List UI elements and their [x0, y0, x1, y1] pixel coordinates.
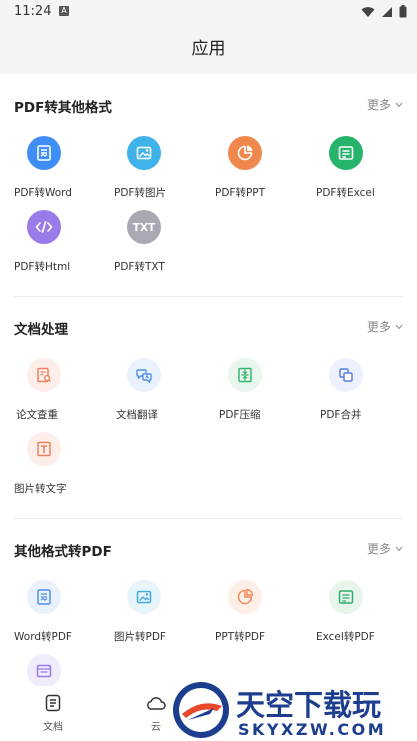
- watermark-emblem-icon: [173, 682, 229, 738]
- tool-label: Word转PDF: [14, 631, 72, 643]
- document-icon: [37, 145, 51, 161]
- section-other-to-pdf: 其他格式转PDF 更多 Word转PDF 图片转PDF PPT转PDF Exce…: [0, 518, 417, 686]
- tool-ppt-to-pdf[interactable]: PPT转PDF: [215, 580, 315, 652]
- tool-pdf-merge[interactable]: PDF合并: [316, 358, 416, 430]
- watermark-subtext: SKYXZW.COM: [238, 720, 387, 739]
- tool-icon-bg: [27, 136, 61, 170]
- tool-label: 文档翻译: [116, 409, 158, 421]
- compress-icon: [238, 367, 252, 383]
- ocr-icon: [37, 441, 51, 457]
- tool-icon-bg: [27, 210, 61, 244]
- tool-pdf-compress[interactable]: PDF压缩: [215, 358, 315, 430]
- cloud-icon: [147, 697, 166, 710]
- tool-label: PDF压缩: [219, 409, 261, 421]
- section-pdf-to-other: PDF转其他格式 更多 PDF转Word PDF转图片 PDF转PPT PDF转…: [0, 74, 417, 296]
- tool-icon-bg: [228, 358, 262, 392]
- tool-label: PDF转TXT: [114, 261, 165, 273]
- tab-documents[interactable]: 文档: [23, 694, 83, 733]
- chevron-down-icon: [395, 102, 403, 107]
- tool-label: PDF转PPT: [215, 187, 266, 199]
- tool-label: PDF转Word: [14, 187, 72, 199]
- txt-icon: TXT: [133, 222, 156, 234]
- tool-icon-bg: [228, 136, 262, 170]
- watermark-text: 天空下载玩: [236, 688, 382, 722]
- tool-icon-bg: [27, 580, 61, 614]
- notification-badge: A: [59, 6, 69, 16]
- status-bar: 11:24 A: [0, 0, 417, 24]
- tool-label: PPT转PDF: [215, 631, 266, 643]
- more-button[interactable]: 更多: [367, 318, 403, 335]
- image-icon: [136, 590, 152, 604]
- pie-chart-icon: [237, 588, 254, 605]
- tab-label: 文档: [43, 722, 63, 733]
- tool-label: PDF转图片: [114, 187, 166, 199]
- tool-image-to-pdf[interactable]: 图片转PDF: [114, 580, 214, 652]
- more-label: 更多: [366, 320, 391, 334]
- section-document-processing: 文档处理 更多 论文查重 文档翻译 PDF压缩 PDF合并 图片转文字: [0, 296, 417, 518]
- battery-icon: [399, 5, 407, 18]
- more-label: 更多: [366, 98, 391, 112]
- tool-doc-translate[interactable]: 文档翻译: [114, 358, 214, 430]
- tool-icon-bg: [127, 136, 161, 170]
- wifi-icon: [361, 6, 375, 17]
- tool-icon-bg: [228, 580, 262, 614]
- system-icons: [361, 5, 407, 18]
- tool-paper-check[interactable]: 论文查重: [14, 358, 114, 430]
- tool-label: 图片转文字: [14, 483, 67, 495]
- tool-pdf-to-txt[interactable]: TXT PDF转TXT: [114, 210, 214, 282]
- document-tab-icon: [45, 694, 61, 712]
- chevron-down-icon: [395, 324, 403, 329]
- image-icon: [136, 146, 152, 160]
- more-label: 更多: [366, 542, 391, 556]
- more-button[interactable]: 更多: [367, 540, 403, 557]
- tool-icon-bg: [27, 432, 61, 466]
- svg-text:TXT: TXT: [133, 222, 156, 234]
- tool-html-to-pdf[interactable]: [14, 654, 114, 686]
- tool-icon-bg: [329, 358, 363, 392]
- browser-icon: [36, 664, 52, 678]
- merge-icon: [339, 368, 353, 382]
- tool-pdf-to-word[interactable]: PDF转Word: [14, 136, 114, 208]
- tool-label: PDF合并: [320, 409, 362, 421]
- section-title: 其他格式转PDF: [14, 544, 112, 560]
- signal-icon: [382, 6, 392, 17]
- pie-chart-icon: [237, 145, 253, 161]
- document-icon: [37, 589, 51, 605]
- section-title: PDF转其他格式: [14, 100, 112, 116]
- apps-content[interactable]: PDF转其他格式 更多 PDF转Word PDF转图片 PDF转PPT PDF转…: [0, 74, 417, 686]
- tool-label: PDF转Html: [14, 261, 71, 273]
- watermark-logo: 天空下载玩 SKYXZW.COM: [170, 680, 417, 741]
- status-time: 11:24: [14, 4, 52, 19]
- spreadsheet-icon: [338, 146, 354, 160]
- tool-label: 论文查重: [16, 409, 58, 421]
- tool-icon-bg: [127, 358, 161, 392]
- tool-icon-bg: [127, 580, 161, 614]
- tool-icon-bg: TXT: [127, 210, 161, 244]
- tool-label: 图片转PDF: [114, 631, 166, 643]
- tool-pdf-to-html[interactable]: PDF转Html: [14, 210, 114, 282]
- page-title: 应用: [191, 39, 226, 59]
- tool-icon-bg: [27, 358, 61, 392]
- translate-icon: [136, 369, 152, 384]
- tool-icon-bg: [329, 136, 363, 170]
- tool-pdf-to-image[interactable]: PDF转图片: [114, 136, 214, 208]
- tool-label: PDF转Excel: [316, 187, 375, 199]
- code-icon: [35, 221, 53, 233]
- doc-search-icon: [37, 367, 51, 383]
- tool-label: Excel转PDF: [316, 631, 375, 643]
- tool-word-to-pdf[interactable]: Word转PDF: [14, 580, 114, 652]
- tool-pdf-to-ppt[interactable]: PDF转PPT: [215, 136, 315, 208]
- tool-pdf-to-excel[interactable]: PDF转Excel: [316, 136, 416, 208]
- tool-excel-to-pdf[interactable]: Excel转PDF: [316, 580, 416, 652]
- spreadsheet-icon: [338, 590, 354, 604]
- tool-icon-bg: [27, 654, 61, 686]
- tool-icon-bg: [329, 580, 363, 614]
- more-button[interactable]: 更多: [367, 96, 403, 113]
- chevron-down-icon: [395, 546, 403, 551]
- section-title: 文档处理: [14, 322, 68, 338]
- page-header: 应用: [0, 24, 417, 74]
- tool-image-to-text[interactable]: 图片转文字: [14, 432, 114, 504]
